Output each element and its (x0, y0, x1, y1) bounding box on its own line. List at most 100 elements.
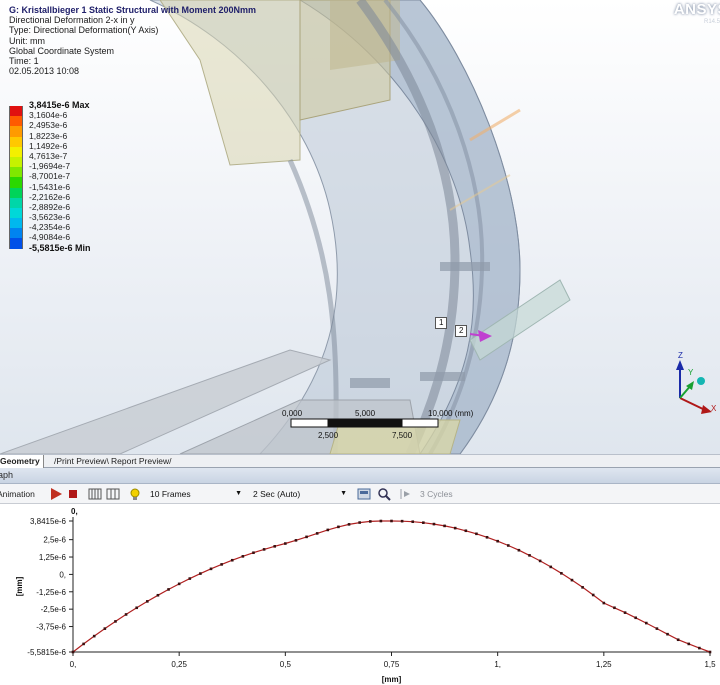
data-point (71, 650, 75, 654)
result-line: Global Coordinate System (9, 45, 115, 56)
x-tick-label: 0,25 (171, 660, 187, 669)
tab-label: Report Preview (111, 456, 170, 466)
data-point (230, 558, 234, 562)
data-point (496, 539, 499, 543)
y-tick-label: -2,5e-6 (41, 605, 67, 614)
data-point (570, 578, 574, 582)
play-icon[interactable] (49, 487, 63, 501)
data-point (358, 521, 361, 524)
legend-value: -4,2354e-6 (29, 222, 71, 233)
data-point (326, 528, 330, 532)
ansys-version: R14.5 (703, 19, 720, 25)
y-tick-label: -1,25e-6 (36, 588, 66, 597)
legend-swatch (9, 106, 23, 117)
legend-swatch (9, 136, 23, 147)
cycles-icon[interactable] (399, 487, 413, 501)
data-point (390, 519, 393, 523)
data-point (623, 611, 627, 614)
legend-swatch (9, 207, 23, 219)
data-point (453, 526, 457, 530)
stop-icon[interactable] (66, 487, 80, 501)
data-point (560, 571, 563, 575)
tab-geometry[interactable]: Geometry (0, 455, 44, 468)
data-point (517, 548, 521, 552)
legend-value: -2,8892e-6 (29, 201, 71, 212)
data-point (368, 520, 372, 523)
data-point (82, 642, 85, 646)
zoom-icon[interactable] (377, 487, 391, 501)
distributed-frames-icon[interactable] (88, 487, 102, 501)
scale-label: 5,000 (355, 409, 376, 418)
scale-bar (290, 418, 439, 428)
axis-y-label: Y (688, 368, 694, 377)
data-point (400, 519, 404, 523)
duration-value: 2 Sec (Auto) (253, 489, 301, 499)
frames-dropdown[interactable]: 10 Frames ▼ (150, 487, 242, 501)
data-point (220, 563, 223, 566)
data-point (103, 627, 107, 630)
legend-value: -1,9694e-7 (29, 161, 71, 172)
graph-panel-title: aph (0, 470, 14, 480)
data-point (273, 545, 277, 548)
legend-value: 2,4953e-6 (29, 120, 68, 131)
legend-value: 3,1604e-6 (29, 110, 68, 121)
data-point (708, 650, 712, 654)
scale-label: 7,500 (392, 431, 413, 440)
data-point (676, 638, 680, 642)
animation-label: Animation (0, 489, 35, 499)
result-line: Type: Directional Deformation(Y Axis) (9, 25, 159, 36)
data-point (347, 523, 351, 526)
data-point (135, 606, 138, 610)
data-point (666, 632, 669, 636)
legend-value: -1,5431e-6 (29, 181, 71, 192)
data-point (124, 613, 128, 616)
y-tick-label: 0, (59, 570, 66, 579)
legend-swatch (9, 177, 23, 188)
y-tick-label: -3,75e-6 (36, 623, 66, 632)
data-point (591, 593, 595, 597)
data-point (422, 521, 425, 524)
data-point (506, 544, 510, 547)
data-point (92, 634, 96, 638)
chevron-down-icon: ▼ (235, 490, 242, 497)
3d-viewport[interactable]: G: Kristallbieger 1 Static Structural wi… (0, 0, 720, 454)
data-point (262, 548, 266, 551)
y-tick-label: 2,5e-6 (43, 536, 66, 545)
axis-x-label: X (711, 404, 717, 413)
tab-print-preview[interactable]: /Print Preview\ (54, 455, 109, 468)
legend-value: -4,9084e-6 (29, 232, 71, 243)
legend-value: -8,7001e-7 (29, 171, 71, 182)
x-tick-label: 0,5 (280, 660, 292, 669)
data-point (411, 520, 415, 524)
data-point (177, 582, 181, 586)
lightbulb-icon[interactable] (128, 487, 142, 501)
legend-value: 1,8223e-6 (29, 130, 68, 141)
graph-panel-header: aph (0, 468, 720, 484)
legend-value: -5,5815e-6 Min (29, 242, 91, 253)
probe-label-1[interactable]: 1 (435, 317, 448, 329)
probe-label-2[interactable]: 2 (455, 325, 468, 337)
legend-swatch (9, 187, 23, 198)
mechanical-window: G: Kristallbieger 1 Static Structural wi… (0, 0, 720, 685)
data-point (241, 555, 245, 558)
data-point (167, 588, 170, 591)
legend-value: 1,1492e-6 (29, 140, 68, 151)
result-sets-icon[interactable] (106, 487, 120, 501)
legend-swatch (9, 126, 23, 137)
animation-toolbar: Animation 10 Frames ▼ 2 Sec (Auto) ▼ 3 C… (0, 484, 720, 504)
x-tick-label: 1,25 (596, 660, 612, 669)
chevron-down-icon: ▼ (340, 490, 347, 497)
data-point (188, 577, 192, 580)
scale-label: 10,000 (mm) (428, 409, 474, 418)
legend-swatch (9, 156, 23, 168)
ansys-logo: ANSYS (673, 1, 720, 18)
data-point (305, 535, 308, 539)
tab-report-preview[interactable]: Report Preview/ (111, 455, 171, 468)
axis-triad (676, 360, 712, 414)
deformation-chart[interactable]: 0, 3,8415e-6 2,5e-6 1,25e-6 0, -1,25e-6 -2,5e-… (0, 504, 720, 685)
data-point (475, 532, 478, 536)
duration-dropdown[interactable]: 2 Sec (Auto) ▼ (253, 487, 347, 501)
scale-label: 2,500 (318, 431, 339, 440)
export-video-icon[interactable] (357, 487, 371, 501)
data-point (146, 600, 149, 603)
